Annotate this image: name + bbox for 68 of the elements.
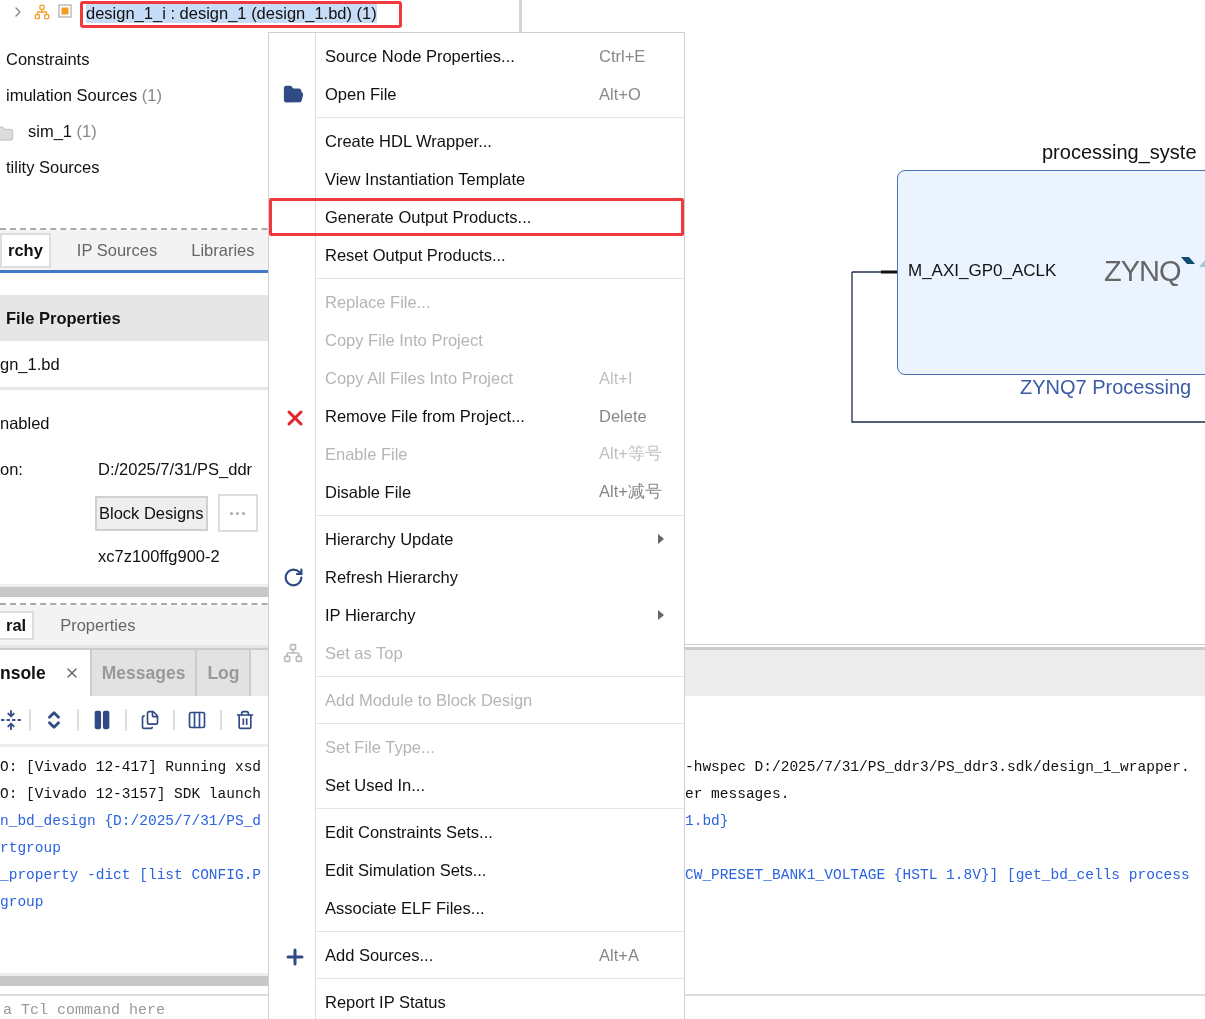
- tab[interactable]: rchy: [0, 232, 51, 268]
- location-value: D:/2025/7/31/PS_ddr: [98, 459, 253, 479]
- tree-item[interactable]: tility Sources: [0, 155, 125, 182]
- collapse-icon[interactable]: [0, 709, 22, 731]
- menu-item[interactable]: Set Used In...: [269, 766, 684, 804]
- ip-block[interactable]: [897, 170, 1205, 375]
- console-line: 1.bd}: [685, 812, 730, 829]
- part-value: xc7z100ffg900-2: [98, 546, 220, 566]
- menu-item[interactable]: Refresh Hierarchy: [269, 558, 684, 596]
- field-label: on:: [0, 459, 24, 479]
- folder-icon: [283, 84, 304, 105]
- menu-item[interactable]: Edit Constraints Sets...: [269, 813, 684, 851]
- tree-item[interactable]: Constraints: [0, 47, 115, 74]
- trash-icon[interactable]: [235, 710, 256, 730]
- console-line: -hwspec D:/2025/7/31/PS_ddr3/PS_ddr3.sdk/design_1_wrapper.: [685, 758, 1191, 775]
- tree-item[interactable]: sim_1 (1): [22, 119, 122, 146]
- folder-icon: [0, 125, 14, 143]
- menu-item[interactable]: Disable File Alt+减号: [269, 473, 684, 511]
- refresh-icon: [283, 567, 304, 588]
- menu-item[interactable]: Add Sources... Alt+A: [269, 936, 684, 974]
- shortcut-text: Alt+A: [599, 945, 640, 965]
- status-text: nabled: [0, 413, 50, 433]
- shortcut-text: Delete: [599, 406, 648, 426]
- menu-item[interactable]: Open File Alt+O: [269, 75, 684, 113]
- console-line: O: [Vivado 12-3157] SDK launch: [0, 785, 263, 802]
- console-line: n_bd_design {D:/2025/7/31/PS_d: [0, 812, 263, 829]
- console-line: O: [Vivado 12-417] Running xsd: [0, 758, 263, 775]
- console-line: _property -dict [list CONFIG.P: [0, 866, 263, 883]
- menu-item[interactable]: Reset Output Products...: [269, 236, 684, 274]
- tab[interactable]: Properties: [52, 610, 144, 640]
- block-caption: ZYNQ7 Processing: [1020, 376, 1192, 399]
- tab[interactable]: IP Sources: [68, 232, 166, 268]
- tree-item[interactable]: imulation Sources (1): [0, 83, 187, 110]
- console-line: rtgroup: [0, 839, 62, 856]
- menu-item[interactable]: Remove File from Project... Delete: [269, 397, 684, 435]
- tab[interactable]: Libraries: [183, 232, 263, 268]
- shortcut-text: Alt+等号: [599, 443, 662, 464]
- scrollbar[interactable]: [0, 973, 268, 986]
- console-line: group: [0, 893, 45, 910]
- menu-item[interactable]: Report IP Status: [269, 983, 684, 1019]
- console-line: er messages.: [685, 785, 791, 802]
- menu-item[interactable]: View Instantiation Template: [269, 160, 684, 198]
- menu-item[interactable]: Edit Simulation Sets...: [269, 851, 684, 889]
- block-icon: [58, 4, 72, 18]
- shortcut-text: Alt+减号: [599, 481, 662, 502]
- hierarchy-icon: [283, 643, 303, 663]
- shortcut-text: Alt+I: [599, 368, 634, 388]
- hierarchy-icon: [34, 4, 50, 20]
- shortcut-text: Ctrl+E: [599, 46, 647, 66]
- columns-icon[interactable]: [187, 710, 208, 730]
- menu-item[interactable]: Hierarchy Update: [269, 520, 684, 558]
- console-tab[interactable]: nsole: [0, 650, 92, 696]
- logo-text: ZYNQ: [1104, 255, 1181, 288]
- submenu-arrow-icon: [657, 609, 665, 621]
- menu-item[interactable]: Source Node Properties... Ctrl+E: [269, 37, 684, 75]
- type-button[interactable]: Block Designs: [95, 495, 208, 531]
- block-title: processing_syste: [1042, 141, 1197, 164]
- pin-label: M_AXI_GP0_ACLK: [908, 261, 1057, 281]
- submenu-arrow-icon: [657, 533, 665, 545]
- console-line: CW_PRESET_BANK1_VOLTAGE {HSTL 1.8V}] [get_bd_cells process: [685, 866, 1191, 883]
- copy-icon[interactable]: [139, 710, 160, 730]
- shortcut-text: Alt+O: [599, 84, 642, 104]
- tree-item[interactable]: design_1_i : design_1 (design_1.bd) (1): [80, 1, 402, 28]
- menu-item[interactable]: Generate Output Products...: [269, 198, 684, 236]
- menu-item[interactable]: Create HDL Wrapper...: [269, 122, 684, 160]
- tab[interactable]: ral: [0, 610, 35, 640]
- menu-item[interactable]: Associate ELF Files...: [269, 889, 684, 927]
- menu-item[interactable]: IP Hierarchy: [269, 596, 684, 634]
